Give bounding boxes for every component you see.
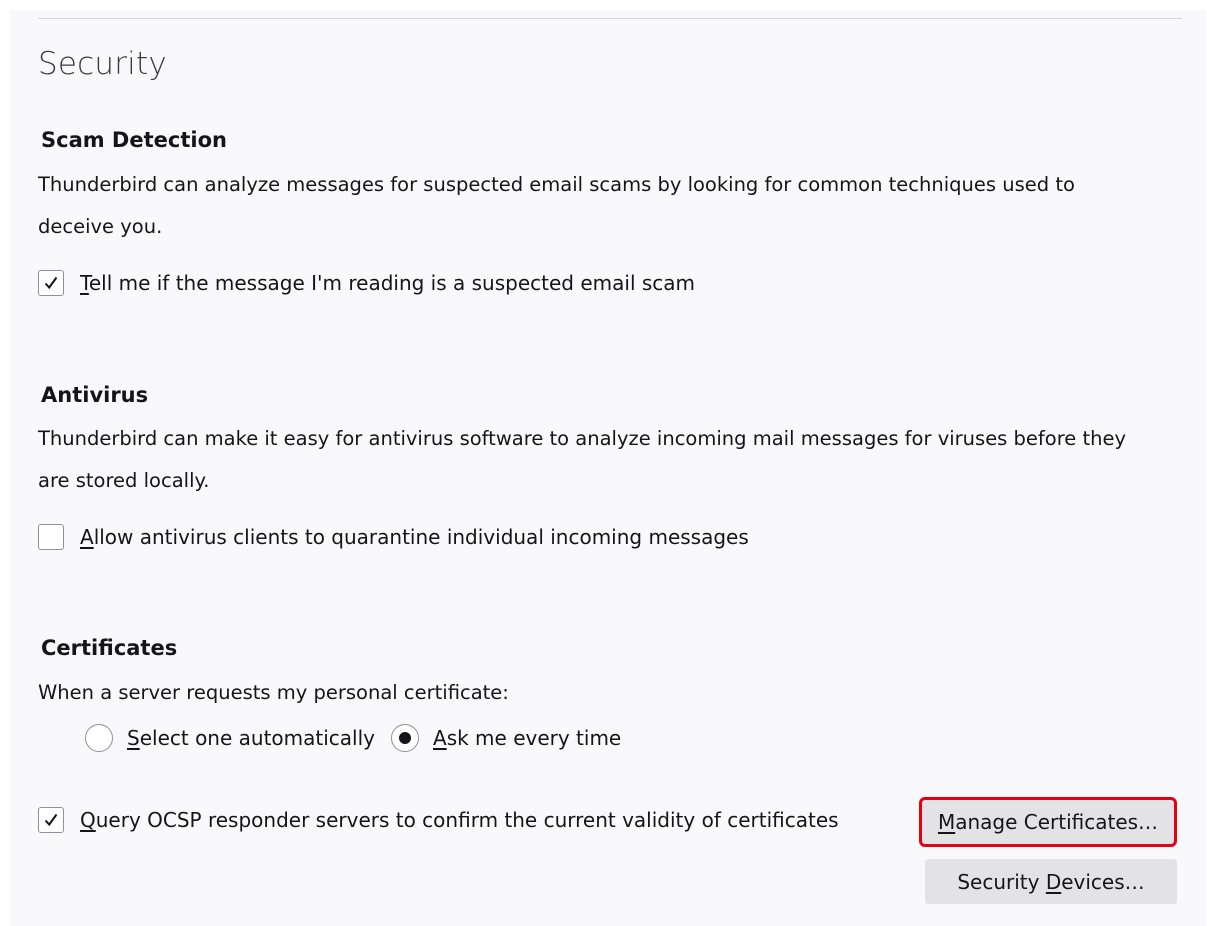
security-devices-label: evices…: [1061, 869, 1145, 894]
security-devices-accesskey: D: [1045, 869, 1062, 894]
radio-auto-accesskey: S: [127, 726, 140, 750]
security-devices-button[interactable]: Security Devices…: [925, 859, 1177, 904]
ocsp-accesskey: Q: [80, 808, 96, 832]
scam-detection-label-text: ell me if the message I'm reading is a s…: [88, 271, 696, 295]
scam-detection-checkbox[interactable]: [38, 270, 64, 296]
ocsp-label-text: uery OCSP responder servers to confirm t…: [95, 808, 839, 832]
radio-select-automatically[interactable]: Select one automatically: [85, 724, 375, 752]
radio-ask-label-text: sk me every time: [446, 726, 622, 750]
radio-select-automatically-label: Select one automatically: [127, 726, 375, 750]
ocsp-checkbox-row[interactable]: Query OCSP responder servers to confirm …: [38, 807, 839, 833]
antivirus-description: Thunderbird can make it easy for antivir…: [38, 418, 1188, 502]
scam-description-line-1: Thunderbird can analyze messages for sus…: [38, 173, 1075, 196]
manage-certificates-button[interactable]: Manage Certificates…: [919, 797, 1177, 847]
radio-dot-icon: [399, 732, 411, 744]
antivirus-checkbox-row[interactable]: Allow antivirus clients to quarantine in…: [38, 524, 749, 550]
scam-detection-label: Tell me if the message I'm reading is a …: [80, 271, 695, 295]
scam-detection-description: Thunderbird can analyze messages for sus…: [38, 164, 1188, 248]
security-devices-label-pre: Security: [957, 869, 1046, 894]
antivirus-label: Allow antivirus clients to quarantine in…: [80, 525, 749, 549]
ocsp-checkbox[interactable]: [38, 807, 64, 833]
antivirus-description-line-2: are stored locally.: [38, 469, 210, 492]
antivirus-description-line-1: Thunderbird can make it easy for antivir…: [38, 427, 1127, 450]
checkmark-icon: [44, 276, 58, 290]
certificates-heading: Certificates: [41, 636, 178, 660]
radio-ask-every-time[interactable]: Ask me every time: [391, 724, 621, 752]
certificate-request-prompt: When a server requests my personal certi…: [38, 681, 509, 704]
certificate-radio-group: Select one automatically Ask me every ti…: [85, 724, 621, 752]
scam-description-line-2: deceive you.: [38, 215, 163, 238]
radio-select-automatically-circle[interactable]: [85, 724, 113, 752]
scam-detection-checkbox-row[interactable]: Tell me if the message I'm reading is a …: [38, 270, 695, 296]
section-divider: [38, 18, 1182, 19]
manage-certificates-accesskey: M: [937, 810, 956, 834]
manage-certificates-label: anage Certificates…: [955, 810, 1159, 834]
scam-detection-heading: Scam Detection: [41, 128, 227, 152]
checkmark-icon: [44, 813, 58, 827]
antivirus-accesskey: A: [80, 525, 94, 549]
radio-auto-label-text: elect one automatically: [139, 726, 375, 750]
scam-detection-accesskey: T: [80, 271, 89, 295]
antivirus-quarantine-checkbox[interactable]: [38, 524, 64, 550]
antivirus-heading: Antivirus: [41, 383, 149, 407]
radio-ask-accesskey: A: [433, 726, 447, 750]
radio-ask-every-time-circle[interactable]: [391, 724, 419, 752]
security-preferences-pane: Security Scam Detection Thunderbird can …: [10, 10, 1206, 926]
page-title: Security: [38, 46, 167, 82]
ocsp-label: Query OCSP responder servers to confirm …: [80, 808, 839, 832]
radio-ask-every-time-label: Ask me every time: [433, 726, 621, 750]
antivirus-label-text: llow antivirus clients to quarantine ind…: [93, 525, 749, 549]
